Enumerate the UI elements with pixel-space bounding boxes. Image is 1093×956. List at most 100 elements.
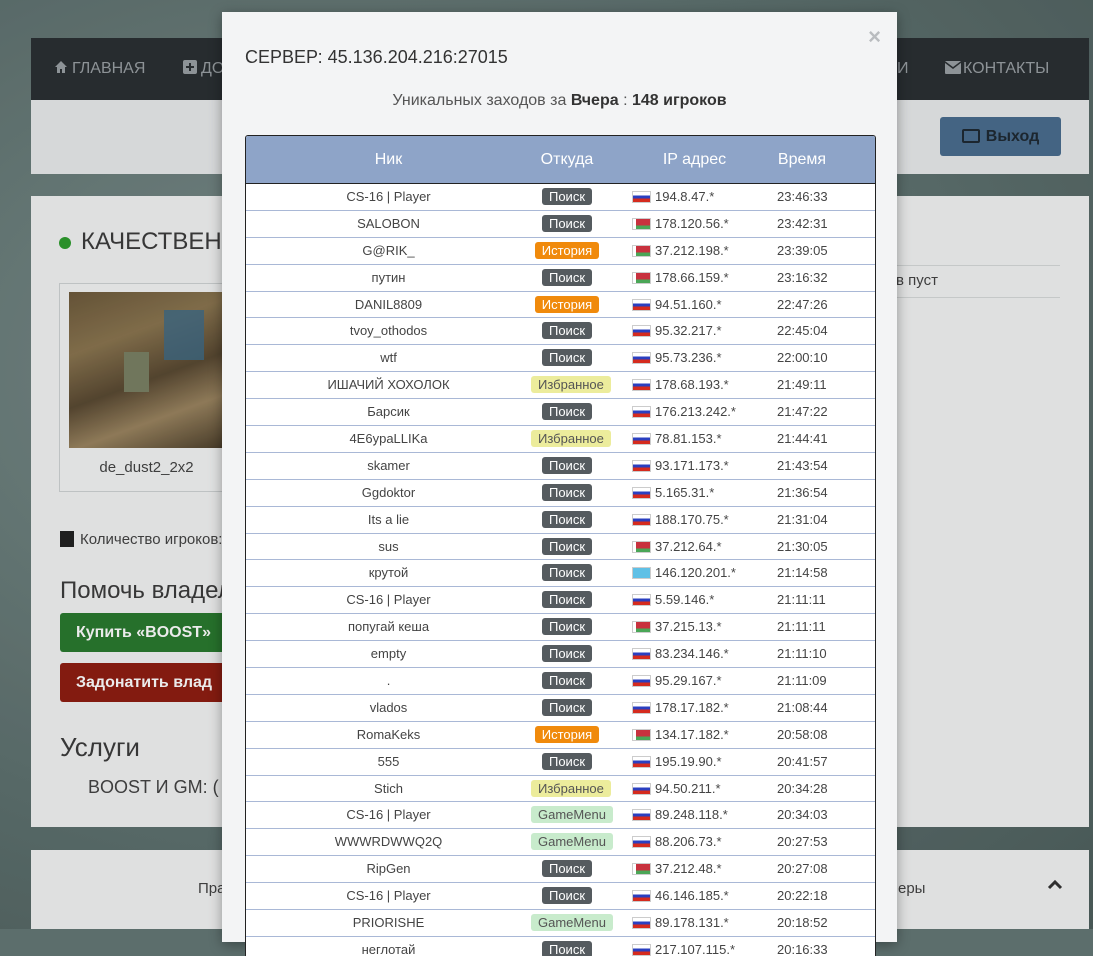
player-nick: CS-16 | Player: [346, 807, 431, 823]
ip-address: 95.73.236.*: [655, 350, 722, 366]
unique-count: 148 игроков: [631, 92, 727, 109]
ip-cell: 95.73.236.*: [632, 345, 772, 370]
source-badge: Избранное: [531, 430, 611, 448]
ip-cell: 134.17.182.*: [632, 722, 772, 747]
table-row: SALOBON Поиск 178.120.56.* 23:42:31: [246, 211, 875, 238]
source-badge: Поиск: [541, 591, 593, 609]
country-flag-icon: [632, 298, 651, 311]
source-cell: GameMenu: [531, 829, 613, 854]
player-nick: RomaKeks: [356, 726, 421, 742]
ip-address: 5.165.31.*: [655, 484, 715, 500]
table-row: неглотай Поиск 217.107.115.* 20:16:33: [246, 937, 875, 956]
column-header-ip: IP адрес: [662, 151, 727, 168]
table-row: CS-16 | Player Поиск 46.146.185.* 20:22:18: [246, 883, 875, 911]
player-nick: CS-16 | Player: [346, 888, 431, 904]
player-nick: 555: [377, 753, 400, 769]
ip-address: 178.120.56.*: [655, 215, 729, 231]
visit-time: 20:34:03: [777, 807, 828, 823]
ip-cell: 217.107.115.*: [632, 937, 772, 956]
ip-cell: 94.50.211.*: [632, 776, 772, 801]
source-cell: Избранное: [531, 372, 611, 397]
ip-cell: 46.146.185.*: [632, 883, 772, 908]
table-header: Ник Откуда IP адрес Время: [246, 136, 875, 184]
ip-cell: 5.59.146.*: [632, 587, 772, 612]
source-cell: Поиск: [531, 587, 603, 612]
table-row: CS-16 | Player Поиск 194.8.47.* 23:46:33: [246, 184, 875, 211]
visit-time: 20:22:18: [777, 888, 828, 904]
country-flag-icon: [632, 513, 651, 526]
country-flag-icon: [632, 244, 651, 257]
source-cell: Поиск: [531, 668, 603, 693]
country-flag-icon: [632, 863, 651, 876]
source-badge: Поиск: [541, 645, 593, 663]
ip-address: 217.107.115.*: [655, 941, 735, 956]
ip-address: 178.17.182.*: [655, 699, 729, 715]
player-nick: DANIL8809: [354, 296, 423, 312]
player-nick: G@RIK_: [362, 242, 415, 258]
visit-time: 21:44:41: [777, 431, 828, 447]
ip-cell: 93.171.173.*: [632, 453, 772, 478]
ip-address: 188.170.75.*: [655, 511, 729, 527]
table-row: sus Поиск 37.212.64.* 21:30:05: [246, 534, 875, 561]
country-flag-icon: [632, 352, 651, 365]
table-row: skamer Поиск 93.171.173.* 21:43:54: [246, 453, 875, 480]
ip-cell: 195.19.90.*: [632, 749, 772, 774]
visit-time: 21:47:22: [777, 404, 828, 420]
table-row: vlados Поиск 178.17.182.* 21:08:44: [246, 695, 875, 722]
country-flag-icon: [632, 540, 651, 553]
visit-time: 21:11:09: [777, 673, 827, 689]
source-cell: Поиск: [531, 265, 603, 290]
country-flag-icon: [632, 567, 651, 580]
player-nick: RipGen: [366, 861, 411, 877]
ip-address: 37.215.13.*: [655, 619, 722, 635]
country-flag-icon: [632, 406, 651, 419]
ip-cell: 83.234.146.*: [632, 641, 772, 666]
player-nick: vlados: [369, 699, 408, 715]
source-cell: Поиск: [531, 534, 603, 559]
modal-title: СЕРВЕР: 45.136.204.216:27015: [245, 47, 508, 67]
source-cell: Поиск: [531, 399, 603, 424]
source-badge: Поиск: [541, 403, 593, 421]
source-badge: Поиск: [541, 887, 593, 905]
table-row: 555 Поиск 195.19.90.* 20:41:57: [246, 749, 875, 776]
source-badge: Поиск: [541, 672, 593, 690]
column-header-from: Откуда: [540, 151, 594, 168]
ip-address: 178.66.159.*: [655, 269, 729, 285]
player-nick: Ggdoktor: [361, 484, 416, 500]
player-nick: CS-16 | Player: [346, 189, 431, 204]
table-row: . Поиск 95.29.167.* 21:11:09: [246, 668, 875, 695]
ip-cell: 178.120.56.*: [632, 211, 772, 236]
player-nick: CS-16 | Player: [346, 592, 431, 608]
player-nick: Барсик: [367, 404, 410, 420]
source-badge: Поиск: [541, 537, 593, 555]
player-nick: tvoy_othodos: [349, 323, 428, 339]
source-badge: GameMenu: [531, 833, 613, 851]
country-flag-icon: [632, 943, 651, 956]
ip-cell: 89.248.118.*: [632, 802, 772, 827]
ip-cell: 37.212.64.*: [632, 534, 772, 559]
visit-time: 20:16:33: [777, 941, 828, 956]
table-row: попугай кеша Поиск 37.215.13.* 21:11:11: [246, 614, 875, 642]
source-cell: Поиск: [531, 883, 603, 908]
source-cell: GameMenu: [531, 910, 613, 935]
source-badge: Поиск: [541, 322, 593, 340]
source-cell: Поиск: [531, 507, 603, 532]
country-flag-icon: [632, 459, 651, 472]
table-row: tvoy_othodos Поиск 95.32.217.* 22:45:04: [246, 318, 875, 346]
visit-time: 20:41:57: [777, 753, 828, 769]
ip-address: 37.212.198.*: [655, 242, 729, 258]
source-badge: История: [534, 295, 600, 313]
country-flag-icon: [632, 271, 651, 284]
ip-address: 37.212.48.*: [655, 861, 722, 877]
source-badge: Поиск: [541, 860, 593, 878]
close-icon[interactable]: ×: [868, 24, 881, 50]
server-visits-modal: × СЕРВЕР: 45.136.204.216:27015 Уникальны…: [222, 12, 897, 956]
ip-cell: 178.66.159.*: [632, 265, 772, 290]
player-nick: крутой: [368, 565, 409, 581]
unique-prefix: Уникальных заходов за: [392, 92, 571, 109]
table-row: PRIORISHE GameMenu 89.178.131.* 20:18:52: [246, 910, 875, 937]
source-cell: Избранное: [531, 776, 611, 801]
ip-cell: 146.120.201.*: [632, 560, 772, 585]
table-row: Барсик Поиск 176.213.242.* 21:47:22: [246, 399, 875, 427]
visit-time: 21:14:58: [777, 565, 828, 581]
